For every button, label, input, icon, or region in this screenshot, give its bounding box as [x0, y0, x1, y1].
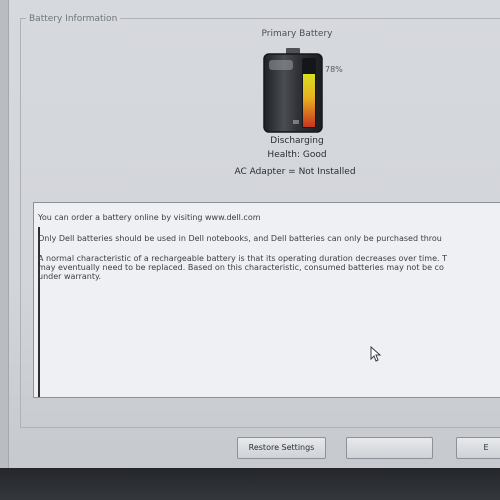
- battery-highlight: [269, 60, 293, 70]
- battery-icon: [263, 48, 323, 133]
- monitor-bezel: [0, 468, 500, 500]
- info-line-warranty: under warranty.: [38, 272, 102, 281]
- info-line-replace: may eventually need to be replaced. Base…: [38, 263, 444, 272]
- battery-health: Health: Good: [267, 150, 327, 160]
- battery-terminal: [286, 48, 300, 54]
- ac-adapter-status: AC Adapter = Not Installed: [234, 167, 356, 177]
- battery-info-textbox[interactable]: You can order a battery online by visiti…: [33, 202, 500, 398]
- battery-charge-fill: [303, 74, 315, 127]
- offscreen-button[interactable]: E: [456, 437, 500, 459]
- primary-battery-label: Primary Battery: [261, 29, 333, 39]
- info-line-characteristic: A normal characteristic of a rechargeabl…: [38, 254, 447, 263]
- secondary-button[interactable]: [346, 437, 433, 459]
- section-title: Battery Information: [26, 14, 121, 24]
- left-panel-edge: [0, 0, 9, 468]
- restore-settings-button[interactable]: Restore Settings: [237, 437, 326, 459]
- textbox-left-shadow: [38, 227, 40, 397]
- battery-percent: 78%: [325, 65, 343, 74]
- info-line-order: You can order a battery online by visiti…: [38, 213, 261, 222]
- info-line-dell-only: Only Dell batteries should be used in De…: [38, 234, 442, 243]
- settings-window: Battery Information Primary Battery 78% …: [0, 0, 500, 468]
- battery-shine: [293, 120, 299, 124]
- battery-status: Discharging: [270, 136, 324, 146]
- mouse-cursor-icon: [370, 346, 382, 362]
